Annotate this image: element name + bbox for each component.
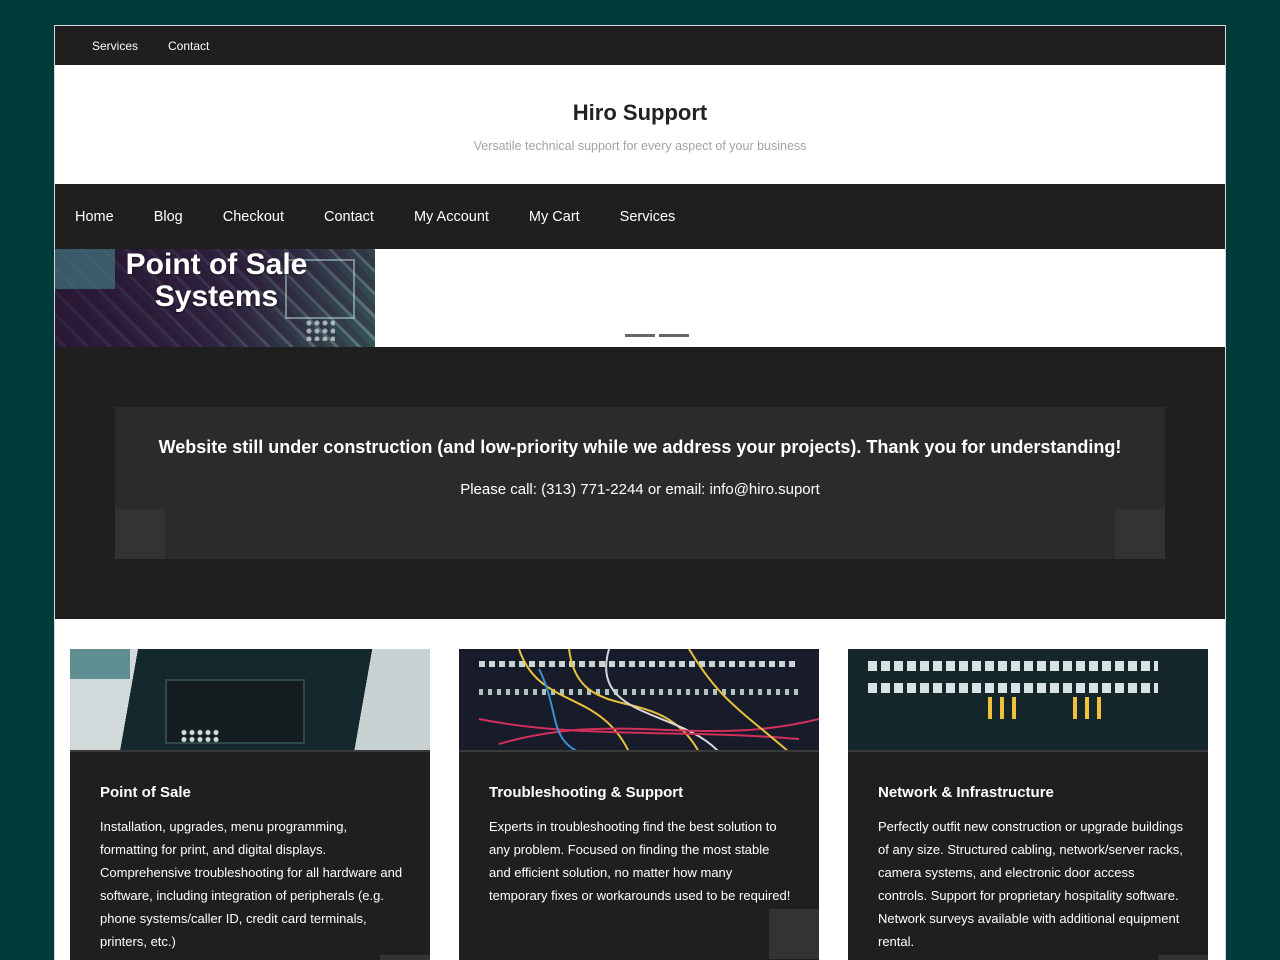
- card-image-decoration: [868, 661, 1158, 671]
- site-tagline: Versatile technical support for every as…: [473, 139, 807, 153]
- nav-item-blog[interactable]: Blog: [154, 209, 183, 225]
- card-more-button[interactable]: [380, 955, 430, 960]
- slider-pagination: [625, 334, 689, 337]
- card-image-cables[interactable]: [459, 649, 819, 752]
- card-image-network-rack[interactable]: [848, 649, 1208, 752]
- notice-contact: Please call: (313) 771-2244 or email: in…: [460, 481, 820, 498]
- nav-item-services[interactable]: Services: [620, 209, 676, 225]
- nav-item-contact[interactable]: Contact: [324, 209, 374, 225]
- top-menu-contact[interactable]: Contact: [168, 39, 209, 53]
- card-image-decoration: [1097, 697, 1101, 719]
- notice-section: Website still under construction (and lo…: [55, 347, 1225, 619]
- card-text: Perfectly outfit new construction or upg…: [878, 819, 1183, 949]
- notice-heading: Website still under construction (and lo…: [158, 437, 1122, 457]
- top-menu: Services Contact: [55, 26, 1225, 65]
- slide-image-decoration: [55, 249, 115, 289]
- card-image-decoration: [180, 729, 220, 743]
- card-image-decoration: [1012, 697, 1016, 719]
- notice-prev-button[interactable]: [115, 509, 165, 559]
- card-image-decoration: [868, 683, 1158, 693]
- card-image-decoration: [1085, 697, 1089, 719]
- slide-image[interactable]: Point of Sale Systems: [55, 249, 375, 347]
- card-title[interactable]: Point of Sale: [100, 784, 191, 801]
- card-more-button[interactable]: [1158, 955, 1208, 960]
- site-header: Hiro Support Versatile technical support…: [55, 65, 1225, 184]
- card-more-button[interactable]: [769, 909, 819, 959]
- card-text: Experts in troubleshooting find the best…: [489, 819, 791, 903]
- slider-dot[interactable]: [625, 334, 655, 337]
- hero-slider: Point of Sale Systems: [55, 249, 1225, 347]
- service-cards: Point of Sale Installation, upgrades, me…: [70, 649, 1208, 960]
- card-image-decoration: [1000, 697, 1004, 719]
- slide-title: Point of Sale Systems: [125, 249, 308, 313]
- card-title[interactable]: Troubleshooting & Support: [489, 784, 683, 801]
- card-image-decoration: [1073, 697, 1077, 719]
- nav-item-my-cart[interactable]: My Cart: [529, 209, 580, 225]
- card-image-decoration: [988, 697, 992, 719]
- card-title[interactable]: Network & Infrastructure: [878, 784, 1054, 801]
- slide-image-decoration: [305, 319, 335, 341]
- card-image-decoration: [70, 649, 130, 679]
- nav-item-my-account[interactable]: My Account: [414, 209, 489, 225]
- main-nav: Home Blog Checkout Contact My Account My…: [55, 184, 1225, 249]
- nav-item-home[interactable]: Home: [75, 209, 114, 225]
- service-card-network: Network & Infrastructure Perfectly outfi…: [848, 649, 1208, 960]
- notice-box: Website still under construction (and lo…: [115, 407, 1165, 559]
- service-card-troubleshooting: Troubleshooting & Support Experts in tro…: [459, 649, 819, 960]
- card-image-pos-terminal[interactable]: [70, 649, 430, 752]
- card-text: Installation, upgrades, menu programming…: [100, 819, 403, 949]
- site-title[interactable]: Hiro Support: [55, 65, 1225, 126]
- cables-graphic: [478, 649, 819, 750]
- notice-next-button[interactable]: [1115, 509, 1165, 559]
- top-menu-services[interactable]: Services: [92, 39, 138, 53]
- nav-item-checkout[interactable]: Checkout: [223, 209, 284, 225]
- page: Services Contact Hiro Support Versatile …: [54, 25, 1226, 960]
- service-card-point-of-sale: Point of Sale Installation, upgrades, me…: [70, 649, 430, 960]
- slider-dot[interactable]: [659, 334, 689, 337]
